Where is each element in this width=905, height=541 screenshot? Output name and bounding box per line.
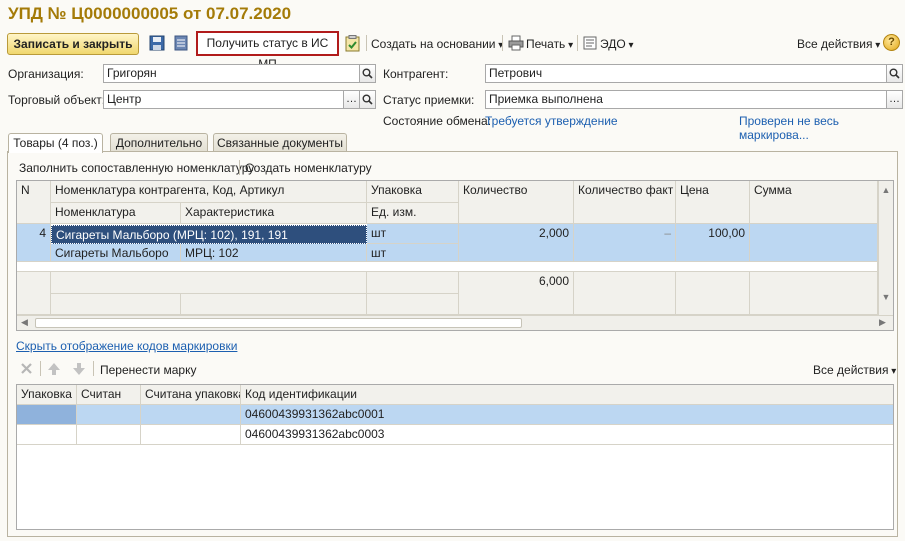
scroll-right-icon[interactable]: ▶ bbox=[879, 317, 886, 328]
scroll-up-icon[interactable]: ▲ bbox=[879, 185, 893, 195]
col-pack-header[interactable]: Упаковка bbox=[367, 181, 459, 203]
row-pack[interactable]: шт bbox=[367, 224, 459, 244]
page-title: УПД № Ц0000000005 от 07.07.2020 bbox=[8, 4, 292, 23]
contractor-field[interactable]: Петрович bbox=[485, 64, 887, 83]
scroll-thumb[interactable] bbox=[35, 318, 522, 328]
footer-sum bbox=[750, 272, 878, 315]
col-qty-header[interactable]: Количество bbox=[459, 181, 574, 224]
footer-price bbox=[676, 272, 750, 315]
marking-check-link[interactable]: Проверен не весь маркирова... bbox=[739, 114, 905, 142]
code-row-scanned-pack[interactable] bbox=[141, 425, 241, 445]
row-char[interactable]: МРЦ: 102 bbox=[181, 244, 367, 262]
arrow-up-icon[interactable] bbox=[47, 362, 61, 376]
help-icon[interactable]: ? bbox=[883, 34, 900, 51]
row-sum[interactable] bbox=[750, 224, 878, 262]
col-price-header[interactable]: Цена bbox=[676, 181, 750, 224]
ellipsis-icon[interactable]: … bbox=[887, 90, 903, 109]
organization-field[interactable]: Григорян bbox=[103, 64, 360, 83]
tab-goods[interactable]: Товары (4 поз.) bbox=[8, 133, 103, 153]
delete-icon[interactable] bbox=[20, 362, 34, 376]
footer-qty-fact bbox=[574, 272, 676, 315]
exchange-state-link[interactable]: Требуется утверждение bbox=[485, 114, 618, 128]
code-row-code[interactable]: 04600439931362abc0001 bbox=[241, 405, 893, 425]
all-actions-menu[interactable]: Все действия bbox=[797, 37, 880, 51]
row-price[interactable]: 100,00 bbox=[676, 224, 750, 262]
acceptance-status-label: Статус приемки: bbox=[383, 93, 475, 107]
edo-icon[interactable] bbox=[582, 35, 598, 53]
codes-table[interactable]: Упаковка Считан Считана упаковка Код иде… bbox=[16, 384, 894, 530]
exchange-state-label: Состояние обмена: bbox=[383, 114, 492, 128]
row-unit[interactable]: шт bbox=[367, 244, 459, 262]
get-status-button[interactable]: Получить статус в ИС МП bbox=[196, 31, 339, 71]
trade-object-label: Торговый объект: bbox=[8, 93, 106, 107]
document-list-icon[interactable] bbox=[174, 35, 190, 53]
scroll-left-icon[interactable]: ◀ bbox=[21, 317, 28, 328]
col-qty-fact-header[interactable]: Количество факт bbox=[574, 181, 676, 224]
vertical-scrollbar[interactable]: ▲ ▼ bbox=[878, 181, 893, 315]
print-menu[interactable]: Печать bbox=[526, 37, 573, 51]
search-icon[interactable] bbox=[360, 64, 376, 83]
col-code-header[interactable]: Код идентификации bbox=[241, 385, 893, 405]
footer-unit bbox=[367, 294, 459, 315]
hide-marking-codes-link[interactable]: Скрыть отображение кодов маркировки bbox=[16, 339, 237, 353]
col-scanned-pack-header[interactable]: Считана упаковка bbox=[141, 385, 241, 405]
row-qty-fact[interactable]: – bbox=[574, 224, 676, 262]
code-row-scanned-pack[interactable] bbox=[141, 405, 241, 425]
total-qty: 6,000 bbox=[459, 272, 574, 315]
save-and-close-button[interactable]: Записать и закрыть bbox=[7, 33, 139, 55]
footer-nom bbox=[51, 294, 181, 315]
code-row-pack[interactable] bbox=[17, 425, 77, 445]
printer-icon[interactable] bbox=[508, 35, 524, 53]
fill-nomenclature-button[interactable]: Заполнить сопоставленную номенклатуру bbox=[19, 161, 254, 175]
col-unit-header[interactable]: Ед. изм. bbox=[367, 203, 459, 224]
code-row-scanned[interactable] bbox=[77, 425, 141, 445]
goods-table[interactable]: N Номенклатура контрагента, Код, Артикул… bbox=[16, 180, 894, 331]
col-code-pack-header[interactable]: Упаковка bbox=[17, 385, 77, 405]
footer-char bbox=[181, 294, 367, 315]
footer-n bbox=[17, 272, 51, 315]
edo-menu[interactable]: ЭДО bbox=[600, 37, 634, 51]
row-nom[interactable]: Сигареты Мальборо bbox=[51, 244, 181, 262]
search-icon[interactable] bbox=[887, 64, 903, 83]
tab-related-docs[interactable]: Связанные документы bbox=[213, 133, 347, 152]
ellipsis-icon[interactable]: … bbox=[344, 90, 360, 109]
code-row-code[interactable]: 04600439931362abc0003 bbox=[241, 425, 893, 445]
scroll-down-icon[interactable]: ▼ bbox=[879, 292, 893, 302]
col-scanned-header[interactable]: Считан bbox=[77, 385, 141, 405]
row-nom-contr[interactable]: Сигареты Мальборо (МРЦ: 102), 191, 191 bbox=[51, 225, 367, 244]
clipboard-check-icon[interactable] bbox=[345, 35, 361, 53]
trade-object-field[interactable]: Центр bbox=[103, 90, 344, 109]
col-sum-header[interactable]: Сумма bbox=[750, 181, 878, 224]
move-mark-button[interactable]: Перенести марку bbox=[100, 363, 196, 377]
organization-label: Организация: bbox=[8, 67, 84, 81]
arrow-down-icon[interactable] bbox=[72, 362, 86, 376]
acceptance-status-field[interactable]: Приемка выполнена bbox=[485, 90, 887, 109]
col-nom-header[interactable]: Номенклатура bbox=[51, 203, 181, 224]
horizontal-scrollbar[interactable]: ◀ ▶ bbox=[17, 315, 893, 330]
save-icon[interactable] bbox=[149, 35, 165, 53]
tab-additional[interactable]: Дополнительно bbox=[110, 133, 208, 152]
codes-all-actions-menu[interactable]: Все действия bbox=[813, 363, 896, 377]
create-based-on-menu[interactable]: Создать на основании bbox=[371, 37, 503, 51]
row-qty[interactable]: 2,000 bbox=[459, 224, 574, 262]
col-char-header[interactable]: Характеристика bbox=[181, 203, 367, 224]
row-number[interactable]: 4 bbox=[17, 224, 51, 262]
col-nom-contr-header[interactable]: Номенклатура контрагента, Код, Артикул bbox=[51, 181, 367, 203]
code-row-pack[interactable] bbox=[17, 405, 77, 425]
footer-nom-contr bbox=[51, 272, 367, 294]
search-icon[interactable] bbox=[360, 90, 376, 109]
create-nomenclature-button[interactable]: Создать номенклатуру bbox=[245, 161, 372, 175]
empty-row bbox=[17, 262, 878, 272]
col-n-header[interactable]: N bbox=[17, 181, 51, 224]
code-row-scanned[interactable] bbox=[77, 405, 141, 425]
footer-pack bbox=[367, 272, 459, 294]
contractor-label: Контрагент: bbox=[383, 67, 449, 81]
